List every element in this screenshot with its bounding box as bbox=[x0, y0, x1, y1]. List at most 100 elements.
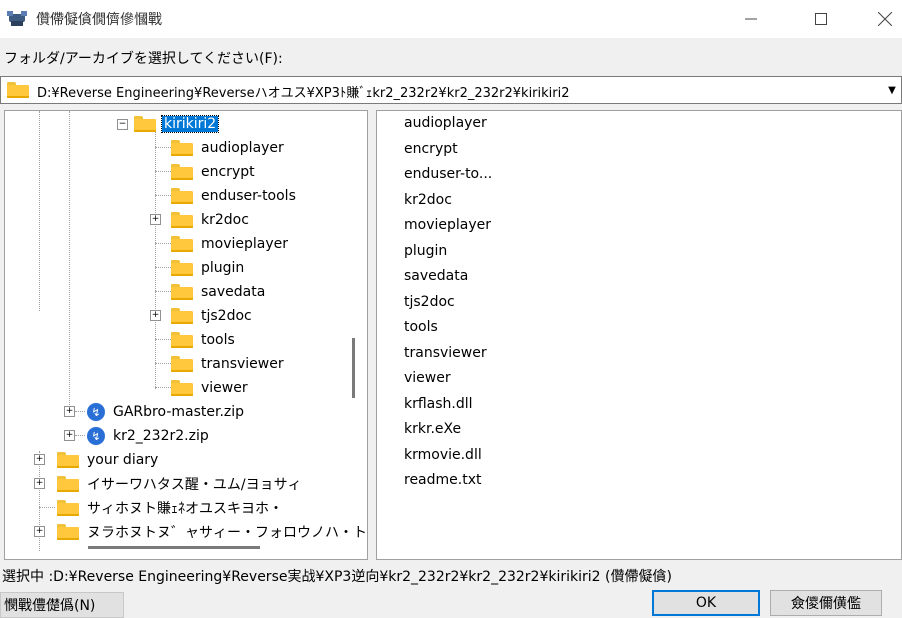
tree-connector bbox=[39, 111, 40, 311]
folder-icon bbox=[57, 500, 79, 516]
path-value[interactable]: D:¥Reverse Engineering¥Reverseハオユス¥XP3ﾄ賺… bbox=[37, 82, 570, 101]
expand-icon[interactable]: + bbox=[34, 478, 45, 489]
file-list[interactable]: audioplayer encrypt enduser-to... kr2doc… bbox=[376, 110, 902, 560]
folder-icon bbox=[171, 308, 193, 324]
list-item[interactable]: encrypt bbox=[404, 141, 458, 157]
tree-node-label: enduser-tools bbox=[201, 188, 296, 204]
tree-node-folder-6[interactable]: サィホヌト賺ｪﾈオユスキヨホ・ bbox=[57, 497, 285, 519]
folder-icon bbox=[171, 356, 193, 372]
tree-node-label: kr2doc bbox=[201, 212, 249, 228]
selection-status: 選択中 :D:¥Reverse Engineering¥Reverse実战¥XP… bbox=[2, 569, 672, 585]
tree-node-label: plugin bbox=[201, 260, 245, 276]
tree-node-savedata[interactable]: savedata bbox=[171, 281, 267, 303]
list-item[interactable]: krmovie.dll bbox=[404, 447, 482, 463]
tree-node-label: イサーワハタス醒・ユム/ヨョサィ bbox=[87, 477, 302, 493]
tree-horizontal-scrollbar-thumb[interactable] bbox=[88, 546, 260, 549]
tree-node-viewer[interactable]: viewer bbox=[171, 377, 250, 399]
tree-node-kr2doc[interactable]: kr2doc bbox=[171, 209, 251, 231]
tree-node-movieplayer[interactable]: movieplayer bbox=[171, 233, 290, 255]
list-item[interactable]: tjs2doc bbox=[404, 294, 455, 310]
folder-icon bbox=[171, 380, 193, 396]
tree-node-label: ヌラホヌトヌ゛ャサィー・フォロウノハ・トネレサッ bbox=[87, 525, 367, 541]
list-item[interactable]: enduser-to... bbox=[404, 166, 492, 182]
expand-icon[interactable]: + bbox=[64, 406, 75, 417]
folder-icon bbox=[57, 524, 79, 540]
expand-icon[interactable]: + bbox=[34, 454, 45, 465]
list-item[interactable]: movieplayer bbox=[404, 217, 491, 233]
tree-node-label: transviewer bbox=[201, 356, 284, 372]
tree-node-kirikiri2[interactable]: − kirikiri2 bbox=[117, 113, 220, 135]
tree-connector bbox=[155, 171, 171, 172]
tree-connector bbox=[69, 111, 70, 411]
list-item[interactable]: transviewer bbox=[404, 345, 487, 361]
title-bar: 儹僀儗僋僩儕傪慖戰 bbox=[0, 0, 902, 38]
expand-icon[interactable]: + bbox=[150, 214, 161, 225]
tree-node-kr2-zip[interactable]: ↯ kr2_232r2.zip bbox=[87, 425, 211, 447]
dropdown-arrow-icon[interactable]: ▼ bbox=[883, 77, 901, 103]
folder-icon bbox=[57, 476, 79, 492]
tree-node-your-diary[interactable]: your diary bbox=[57, 449, 160, 471]
tree-node-encrypt[interactable]: encrypt bbox=[171, 161, 257, 183]
folder-icon bbox=[171, 236, 193, 252]
tree-connector bbox=[155, 339, 171, 340]
tree-node-label: kr2_232r2.zip bbox=[113, 428, 209, 444]
list-item[interactable]: tools bbox=[404, 319, 438, 335]
tree-node-audioplayer[interactable]: audioplayer bbox=[171, 137, 286, 159]
list-item[interactable]: krflash.dll bbox=[404, 396, 473, 412]
new-folder-button[interactable]: 憫戰僼儊僞(N) bbox=[0, 592, 124, 618]
tree-connector bbox=[155, 195, 171, 196]
tree-node-label: tools bbox=[201, 332, 235, 348]
expand-icon[interactable]: + bbox=[64, 430, 75, 441]
maximize-icon bbox=[815, 13, 827, 25]
list-item[interactable]: kr2doc bbox=[404, 192, 452, 208]
tree-node-label: GARbro-master.zip bbox=[113, 404, 245, 420]
tree-connector bbox=[155, 147, 171, 148]
tree-node-label: kirikiri2 bbox=[160, 115, 220, 133]
tree-node-tools[interactable]: tools bbox=[171, 329, 237, 351]
tree-connector bbox=[155, 291, 171, 292]
folder-icon bbox=[171, 332, 193, 348]
collapse-icon[interactable]: − bbox=[117, 118, 128, 130]
tree-connector bbox=[155, 243, 171, 244]
zip-archive-icon: ↯ bbox=[87, 403, 105, 421]
list-item[interactable]: krkr.eXe bbox=[404, 421, 461, 437]
zip-archive-icon: ↯ bbox=[87, 427, 105, 445]
tree-connector bbox=[155, 387, 171, 388]
tree-node-label: tjs2doc bbox=[201, 308, 252, 324]
tree-node-tjs2doc[interactable]: tjs2doc bbox=[171, 305, 254, 327]
list-item[interactable]: savedata bbox=[404, 268, 468, 284]
cancel-button[interactable]: 僉儍儞僙儖 bbox=[770, 590, 882, 616]
tree-node-label: movieplayer bbox=[201, 236, 289, 252]
app-icon bbox=[7, 11, 27, 26]
list-item[interactable]: readme.txt bbox=[404, 472, 482, 488]
tree-connector bbox=[155, 129, 156, 389]
tree-node-folder-5[interactable]: イサーワハタス醒・ユム/ヨョサィ bbox=[57, 473, 304, 495]
tree-node-transviewer[interactable]: transviewer bbox=[171, 353, 286, 375]
tree-node-garbro-master-zip[interactable]: ↯ GARbro-master.zip bbox=[87, 401, 246, 423]
folder-icon bbox=[171, 164, 193, 180]
expand-icon[interactable]: + bbox=[150, 310, 161, 321]
list-item[interactable]: viewer bbox=[404, 370, 451, 386]
path-combobox[interactable]: D:¥Reverse Engineering¥Reverseハオユス¥XP3ﾄ賺… bbox=[0, 76, 902, 104]
tree-node-folder-7[interactable]: ヌラホヌトヌ゛ャサィー・フォロウノハ・トネレサッ bbox=[57, 521, 367, 543]
tree-node-label: audioplayer bbox=[201, 140, 284, 156]
ok-button[interactable]: OK bbox=[652, 590, 760, 616]
tree-node-plugin[interactable]: plugin bbox=[171, 257, 246, 279]
close-button[interactable] bbox=[862, 0, 902, 38]
list-item[interactable]: plugin bbox=[404, 243, 447, 259]
tree-connector bbox=[75, 435, 85, 436]
folder-icon bbox=[171, 212, 193, 228]
tree-node-label: your diary bbox=[87, 452, 159, 468]
expand-icon[interactable]: + bbox=[34, 526, 45, 537]
tree-node-label: サィホヌト賺ｪﾈオユスキヨホ・ bbox=[87, 501, 283, 517]
list-item[interactable]: audioplayer bbox=[404, 115, 487, 131]
tree-node-label: viewer bbox=[201, 380, 248, 396]
maximize-button[interactable] bbox=[798, 0, 844, 38]
tree-node-enduser-tools[interactable]: enduser-tools bbox=[171, 185, 298, 207]
minimize-button[interactable] bbox=[728, 0, 774, 38]
tree-node-label: encrypt bbox=[201, 164, 255, 180]
tree-vertical-scrollbar-thumb[interactable] bbox=[352, 338, 355, 398]
close-icon bbox=[878, 12, 892, 26]
folder-tree[interactable]: − kirikiri2 audioplayer encrypt enduser-… bbox=[4, 110, 368, 560]
folder-icon bbox=[57, 452, 79, 468]
